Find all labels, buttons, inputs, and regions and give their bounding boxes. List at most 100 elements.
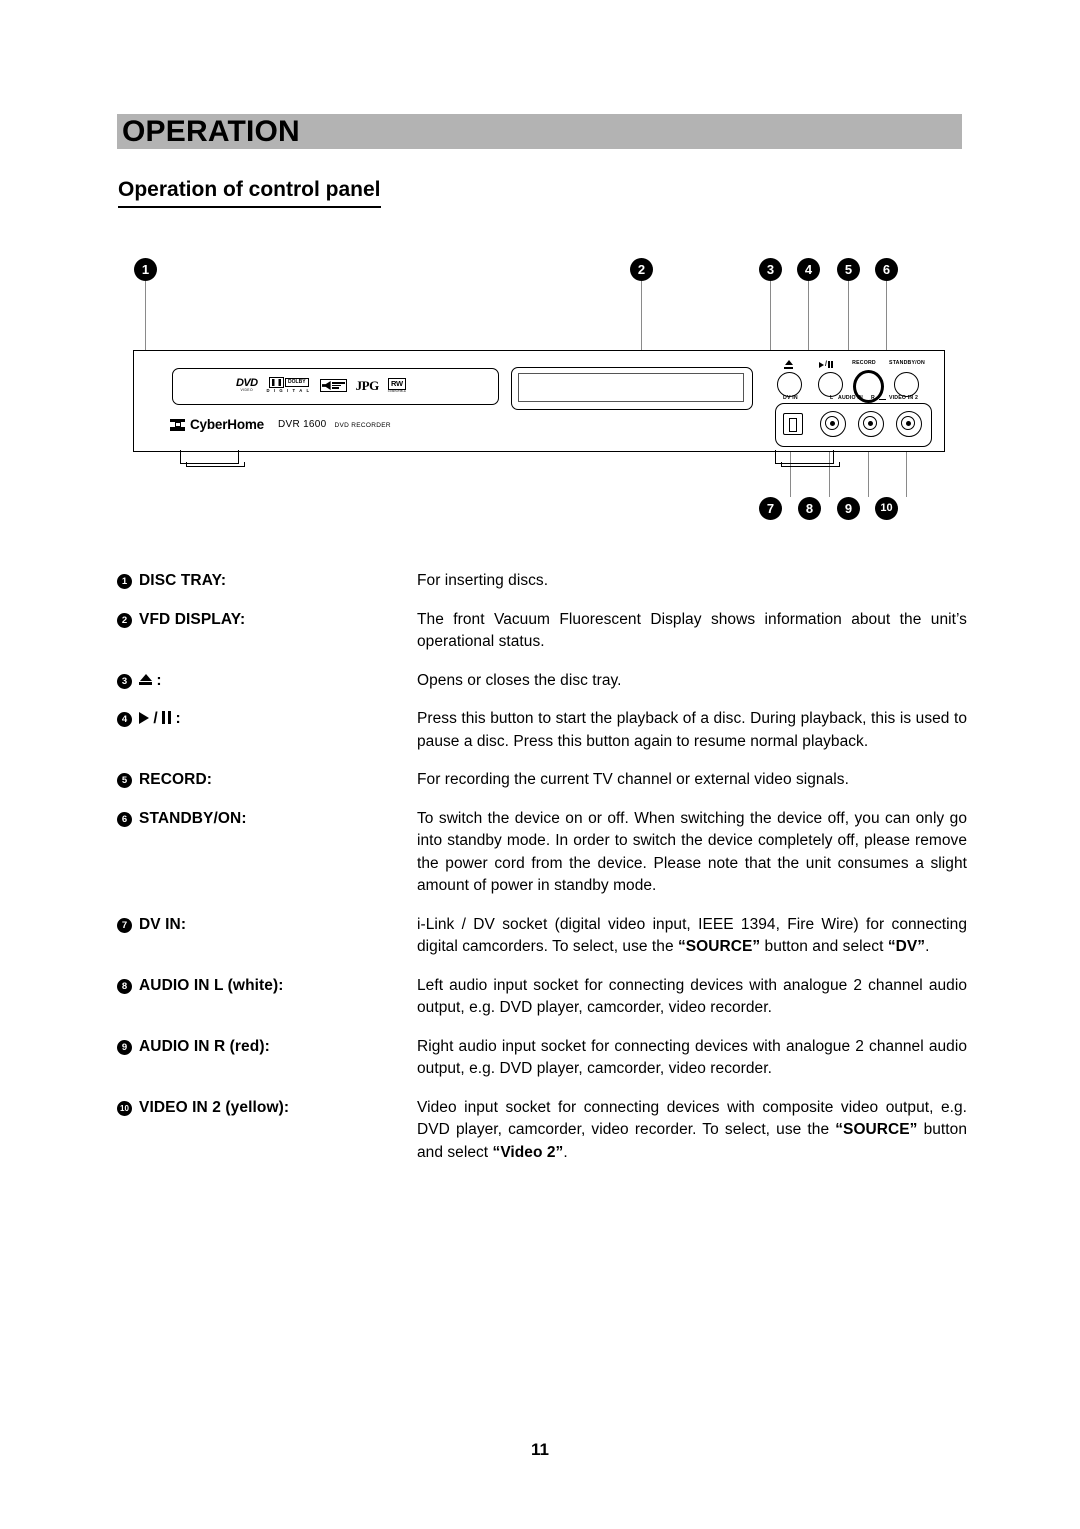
list-item-term: DISC TRAY: [139, 572, 227, 589]
vfd-display-screen [518, 373, 744, 402]
dolby-digital-logo: DOLBY D I G I T A L [266, 376, 311, 395]
dv-in-socket[interactable] [783, 413, 803, 435]
standby-on-button[interactable] [894, 372, 919, 397]
list-item-term-text: : [156, 671, 162, 689]
callout-4: 4 [797, 258, 820, 281]
label-separator-dash [879, 399, 886, 401]
list-item: 4 / : Press this button to start the pla… [117, 708, 967, 753]
list-item-term: STANDBY/ON: [139, 809, 247, 827]
rw-logo-sub: COMPATIBLE [387, 389, 407, 393]
list-item-term-text: : [175, 710, 181, 727]
rw-logo: RW COMPATIBLE [387, 377, 407, 394]
list-item: 3 : Opens or closes the disc tray. [117, 670, 967, 693]
list-item-description: For inserting discs. [417, 572, 549, 589]
list-item: 5 RECORD: For recording the current TV c… [117, 769, 967, 792]
dvd-video-logo-main: DVD [236, 377, 258, 389]
callout-10: 10 [875, 497, 898, 520]
list-item-number: 8 [117, 975, 139, 994]
mp3-speaker-icon [321, 381, 331, 390]
device-foot-left-shadow [186, 462, 245, 467]
item-number-badge: 5 [117, 773, 132, 788]
dvd-video-logo: DVD VIDEO [236, 377, 258, 393]
list-item-number: 4 [117, 708, 139, 727]
callout-6: 6 [875, 258, 898, 281]
dolby-double-d-icon [268, 376, 284, 388]
list-item-number: 1 [117, 570, 139, 589]
list-item-description: Right audio input socket for connecting … [417, 1037, 967, 1078]
cyberhome-logo-icon [170, 418, 185, 431]
dolby-digital-logo-sub: D I G I T A L [266, 388, 311, 394]
callout-1: 1 [134, 258, 157, 281]
item-number-badge: 9 [117, 1039, 132, 1055]
list-item-description: To switch the device on or off. When swi… [417, 809, 967, 895]
callout-8: 8 [798, 497, 821, 520]
mp3-lines-icon [331, 382, 345, 389]
dolby-digital-logo-main: DOLBY [285, 377, 309, 387]
list-item-number: 6 [117, 808, 139, 827]
callout-3: 3 [759, 258, 782, 281]
item-number-badge: 7 [117, 917, 132, 933]
device-foot-right-shadow [781, 462, 840, 467]
list-item-description: i-Link / DV socket (digital video input,… [417, 915, 967, 956]
list-item: 8 AUDIO IN L (white): Left audio input s… [117, 975, 967, 1020]
eject-button[interactable] [777, 372, 802, 397]
video-in-2-socket[interactable] [896, 411, 922, 437]
dvd-video-logo-sub: VIDEO [240, 388, 253, 392]
list-item-description: Opens or closes the disc tray. [417, 671, 622, 689]
list-item-description: Press this button to start the playback … [417, 710, 967, 750]
callout-2: 2 [630, 258, 653, 281]
item-number-badge: 6 [117, 811, 132, 827]
page-title: OPERATION [122, 115, 300, 148]
play-icon [139, 712, 149, 724]
page-number: 11 [531, 1440, 549, 1459]
manual-page: OPERATION Operation of control panel 1 2… [0, 0, 1080, 1529]
item-number-badge: 2 [117, 612, 132, 628]
audio-in-r-label: R [871, 395, 875, 401]
record-button-label: RECORD [852, 360, 876, 366]
callout-5: 5 [837, 258, 860, 281]
jpg-logo: JPG [355, 378, 380, 393]
list-item-term: AUDIO IN L (white): [139, 976, 284, 994]
item-number-badge: 1 [117, 574, 132, 589]
brand-name: CyberHome [190, 417, 264, 432]
eject-icon [139, 673, 152, 686]
list-item-number: 7 [117, 914, 139, 933]
front-panel-diagram: 1 2 3 4 5 6 DVD VIDEO DOLBY D I G I T A … [0, 250, 1080, 550]
list-item: 10 VIDEO IN 2 (yellow): Video input sock… [117, 1097, 967, 1165]
list-item: 2 VFD DISPLAY: The front Vacuum Fluoresc… [117, 609, 967, 654]
vfd-display [511, 367, 753, 410]
audio-in-r-socket[interactable] [858, 411, 884, 437]
list-item-number: 10 [117, 1097, 139, 1116]
list-item-description: For recording the current TV channel or … [417, 771, 849, 788]
list-item-description: Left audio input socket for connecting d… [417, 976, 967, 1017]
list-item-term: VFD DISPLAY: [139, 610, 246, 628]
eject-icon [784, 360, 793, 369]
audio-in-l-socket[interactable] [820, 411, 846, 437]
play-pause-icon: / [819, 361, 833, 368]
list-item-term: AUDIO IN R (red): [139, 1037, 270, 1055]
list-item-term: RECORD: [139, 771, 213, 788]
list-item: 7 DV IN: i-Link / DV socket (digital vid… [117, 914, 967, 959]
format-logos: DVD VIDEO DOLBY D I G I T A L JPG RW COM… [236, 373, 426, 398]
list-item-number: 9 [117, 1036, 139, 1055]
item-number-badge: 10 [117, 1100, 132, 1116]
list-item-number: 5 [117, 769, 139, 788]
item-number-badge: 4 [117, 712, 132, 727]
play-pause-button[interactable] [818, 372, 843, 397]
list-item-term: / : [139, 708, 417, 730]
device-model: DVR 1600 [277, 419, 327, 430]
rw-logo-main: RW [388, 377, 406, 390]
item-number-badge: 3 [117, 673, 132, 689]
section-subtitle: Operation of control panel [118, 178, 381, 208]
list-item-number: 3 [117, 670, 139, 689]
list-item-description: Video input socket for connecting device… [417, 1098, 967, 1161]
list-item-term: DV IN: [139, 915, 187, 933]
item-number-badge: 8 [117, 978, 132, 994]
callout-7: 7 [759, 497, 782, 520]
list-item: 6 STANDBY/ON: To switch the device on or… [117, 808, 967, 898]
audio-in-label: AUDIO IN [838, 395, 863, 401]
control-descriptions-list: 1 DISC TRAY: For inserting discs. 2 VFD … [117, 570, 967, 1180]
list-item: 9 AUDIO IN R (red): Right audio input so… [117, 1036, 967, 1081]
list-item-description: The front Vacuum Fluorescent Display sho… [417, 610, 967, 651]
list-item-term: : [139, 670, 417, 692]
